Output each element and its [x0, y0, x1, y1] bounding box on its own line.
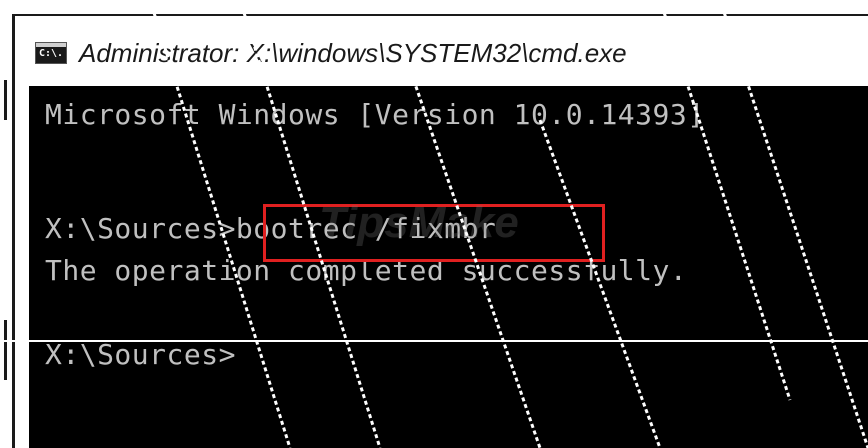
window-title: Administrator: X:\windows\SYSTEM32\cmd.e… — [79, 38, 627, 68]
command-highlight-box — [263, 204, 605, 262]
cmd-window[interactable]: C:\. Administrator: X:\windows\SYSTEM32\… — [12, 14, 868, 448]
console-output[interactable]: Microsoft Windows [Version 10.0.14393] X… — [29, 86, 868, 448]
frame-edge — [4, 320, 7, 380]
title-bar[interactable]: C:\. Administrator: X:\windows\SYSTEM32\… — [15, 16, 868, 86]
horizontal-divider — [0, 340, 868, 342]
screenshot-frame: C:\. Administrator: X:\windows\SYSTEM32\… — [0, 0, 868, 448]
console-line: Microsoft Windows [Version 10.0.14393] — [45, 98, 705, 131]
cmd-icon[interactable]: C:\. — [35, 42, 67, 64]
console-prompt[interactable]: X:\Sources> — [45, 338, 236, 371]
cmd-icon-glyph: C:\. — [39, 48, 64, 59]
frame-edge — [4, 80, 7, 120]
